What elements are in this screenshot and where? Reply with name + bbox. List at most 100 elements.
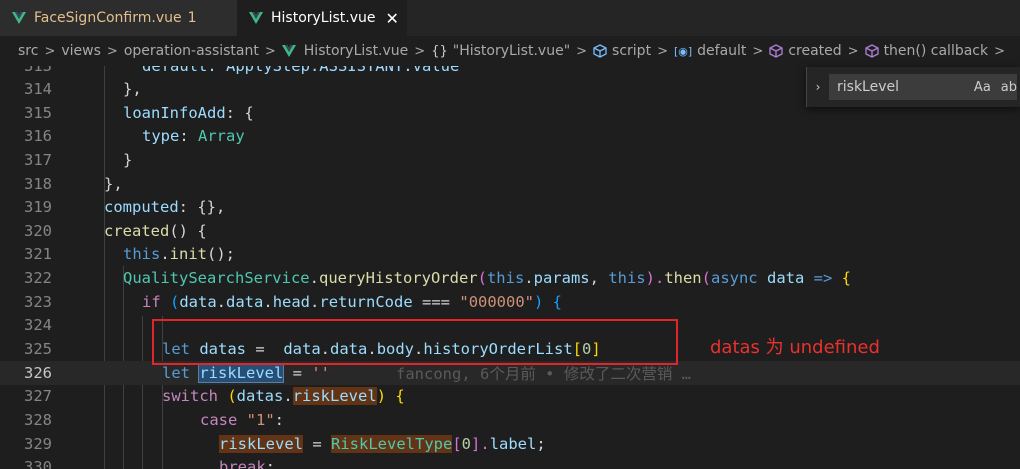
code-line: 316 type: Array bbox=[0, 124, 1020, 148]
code-token: this bbox=[608, 268, 646, 287]
code-token: = bbox=[283, 363, 312, 382]
whole-word-toggle[interactable]: ab bbox=[1001, 80, 1017, 95]
chevron-right-icon: > bbox=[657, 43, 668, 59]
code-token: label bbox=[489, 434, 537, 453]
line-number: 323 bbox=[24, 292, 52, 311]
line-number: 324 bbox=[24, 315, 52, 334]
code-line: 323 if (data.data.head.returnCode === "0… bbox=[0, 290, 1020, 314]
code-token: : {}, bbox=[178, 197, 226, 216]
code-token: . bbox=[309, 268, 319, 287]
breadcrumb-script-label: script bbox=[612, 43, 652, 59]
code-token: QualitySearchService bbox=[123, 268, 310, 287]
close-icon[interactable]: ✕ bbox=[386, 9, 399, 28]
code-token: then bbox=[664, 268, 702, 287]
breadcrumb-script[interactable]: script bbox=[593, 43, 651, 59]
code-line: 329 riskLevel = RiskLevelType[0].label; bbox=[0, 432, 1020, 456]
code-token: . bbox=[160, 244, 170, 263]
line-number: 320 bbox=[24, 221, 52, 240]
code-token: queryHistoryOrder bbox=[318, 268, 478, 287]
breadcrumb-views[interactable]: views bbox=[61, 43, 101, 59]
chevron-right-icon: > bbox=[847, 43, 859, 59]
variable-icon: [◉] bbox=[673, 44, 693, 58]
code-token: . bbox=[216, 292, 227, 311]
line-number: 319 bbox=[24, 197, 52, 216]
code-token: . bbox=[524, 268, 534, 287]
breadcrumb-file[interactable]: HistoryList.vue bbox=[281, 43, 408, 59]
code-token: : bbox=[274, 410, 285, 429]
find-widget: › riskLevel Aa ab bbox=[806, 67, 1020, 107]
line-number: 322 bbox=[24, 268, 52, 287]
code-token: ( bbox=[477, 268, 487, 287]
code-token: case bbox=[200, 410, 238, 429]
vue-file-icon bbox=[12, 12, 26, 24]
code-line: 321 this.init(); bbox=[0, 242, 1020, 266]
code-token: ; bbox=[265, 457, 276, 469]
breadcrumb-callback[interactable]: then() callback bbox=[864, 43, 988, 59]
code-token: : bbox=[179, 126, 198, 145]
code-token: . bbox=[283, 386, 293, 405]
line-number: 321 bbox=[24, 244, 52, 263]
code-token: data bbox=[226, 292, 264, 311]
breadcrumb-default[interactable]: [◉] default bbox=[674, 43, 746, 59]
breadcrumb-created-label: created bbox=[788, 43, 842, 59]
breadcrumb-created[interactable]: created bbox=[769, 43, 842, 59]
annotation-text: datas 为 undefined bbox=[710, 337, 880, 358]
code-token: created bbox=[104, 221, 170, 240]
code-token: init bbox=[169, 244, 207, 263]
match-case-toggle[interactable]: Aa bbox=[974, 80, 991, 95]
breadcrumb-module[interactable]: {} "HistoryList.vue" bbox=[431, 43, 570, 59]
git-blame-annotation: fancong, 6个月前 • 修改了二次营销 … bbox=[396, 364, 691, 383]
search-match: riskLevel bbox=[219, 434, 303, 453]
line-number: 318 bbox=[24, 174, 52, 193]
code-token: = bbox=[303, 434, 331, 453]
code-token: let bbox=[162, 363, 190, 382]
code-token: , bbox=[589, 268, 609, 287]
code-token: if bbox=[142, 292, 161, 311]
code-token: default: ApplyStep.ASSISTANT.value bbox=[142, 66, 459, 75]
code-editor[interactable]: 313 default: ApplyStep.ASSISTANT.value 3… bbox=[0, 66, 1020, 469]
chevron-right-icon: > bbox=[106, 43, 118, 59]
line-number: 313 bbox=[0, 66, 52, 75]
tab-facesignconfirm[interactable]: FaceSignConfirm.vue 1 bbox=[0, 0, 237, 36]
code-line: 330 break; bbox=[0, 455, 1020, 469]
code-token: [ bbox=[452, 434, 462, 453]
code-line: 317 } bbox=[0, 148, 1020, 172]
chevron-right-icon: > bbox=[264, 43, 276, 59]
code-token: ; bbox=[536, 434, 546, 453]
code-token: RiskLevelType bbox=[331, 434, 453, 453]
line-number: 330 bbox=[24, 457, 52, 469]
line-number: 329 bbox=[24, 434, 52, 453]
code-token: ). bbox=[645, 268, 665, 287]
toggle-replace-icon[interactable]: › bbox=[807, 80, 829, 94]
code-token: type bbox=[142, 126, 180, 145]
code-token: }, bbox=[123, 79, 142, 98]
code-token: { bbox=[841, 268, 851, 287]
code-token: "1" bbox=[246, 410, 275, 429]
search-match-current: riskLevel bbox=[198, 362, 285, 383]
line-number: 325 bbox=[24, 339, 52, 358]
code-line: 322 QualitySearchService.queryHistoryOrd… bbox=[0, 266, 1020, 290]
line-number: 328 bbox=[24, 410, 52, 429]
find-query: riskLevel bbox=[837, 79, 900, 95]
breadcrumb: src > views > operation-assistant > Hist… bbox=[0, 36, 1020, 66]
code-token: this bbox=[486, 268, 525, 287]
breadcrumb-default-label: default bbox=[697, 43, 747, 59]
code-token: } bbox=[123, 150, 133, 169]
code-token: ( bbox=[160, 292, 180, 311]
tab-bar: FaceSignConfirm.vue 1 HistoryList.vue ✕ bbox=[0, 0, 1020, 36]
find-input[interactable]: riskLevel Aa ab bbox=[829, 74, 1017, 100]
code-token: this bbox=[123, 244, 161, 263]
code-token: ]. bbox=[471, 434, 490, 453]
problem-count-badge: 1 bbox=[187, 10, 197, 26]
code-token: Array bbox=[198, 126, 245, 145]
line-number: 316 bbox=[24, 126, 52, 145]
annotation-box bbox=[152, 319, 678, 365]
tab-historylist[interactable]: HistoryList.vue ✕ bbox=[237, 0, 407, 36]
breadcrumb-operation-assistant[interactable]: operation-assistant bbox=[124, 43, 259, 59]
code-token: "000000" bbox=[459, 292, 535, 311]
vue-file-icon bbox=[249, 12, 263, 24]
breadcrumb-src[interactable]: src bbox=[18, 43, 38, 59]
